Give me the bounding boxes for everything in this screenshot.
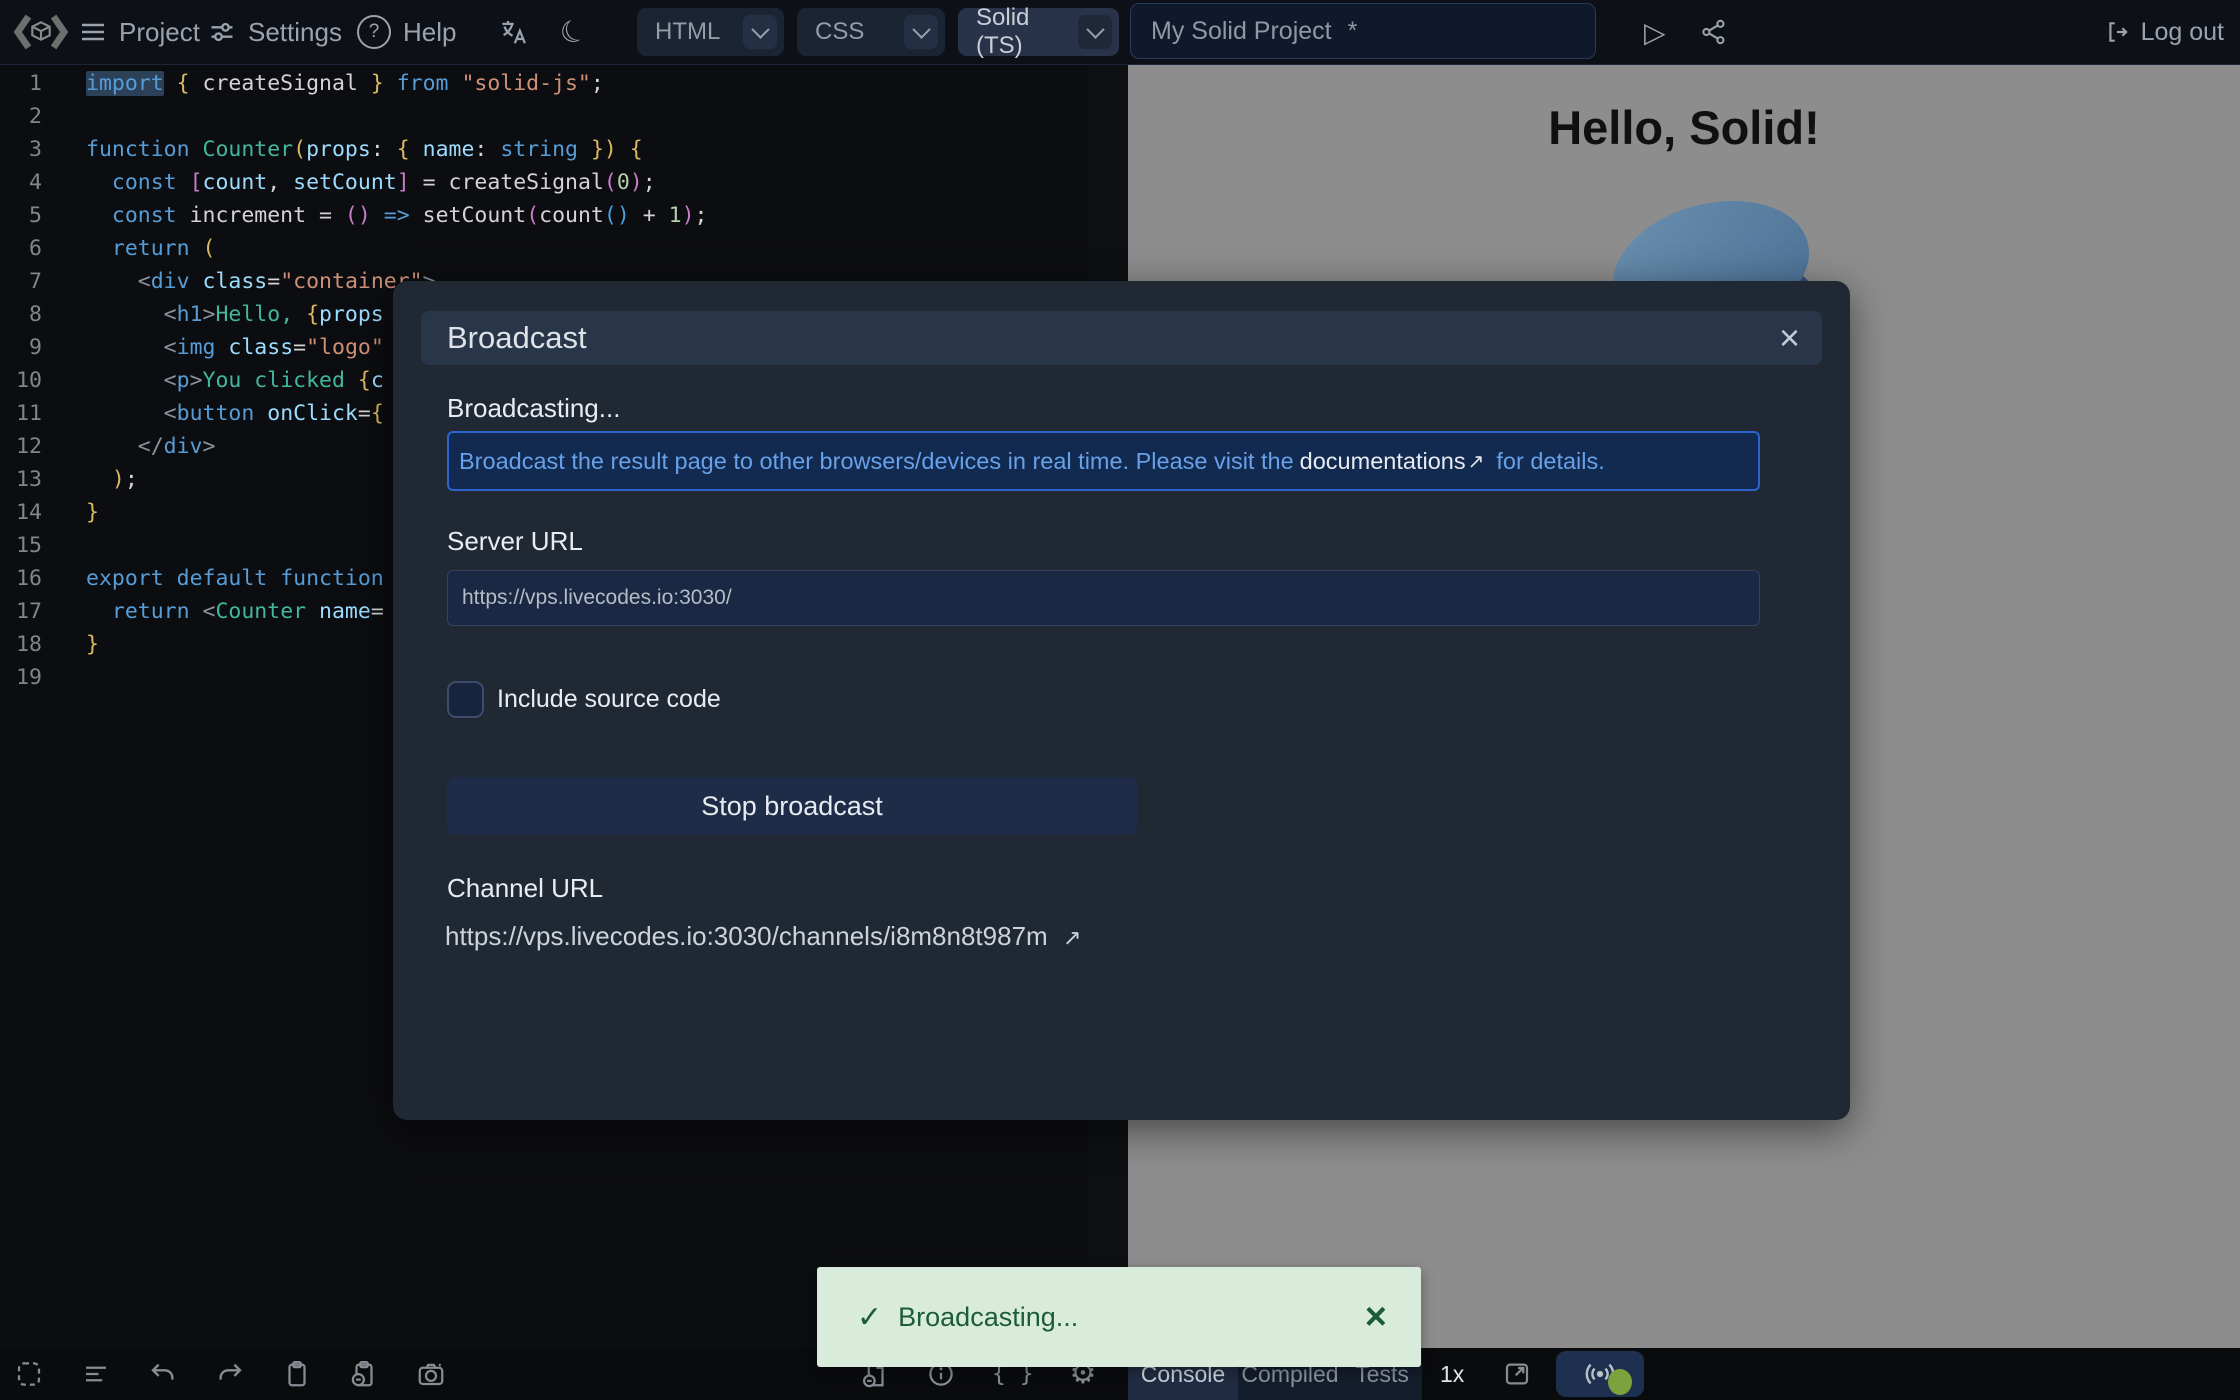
result-heading: Hello, Solid! [1128, 100, 2240, 155]
code-line: 5 const increment = () => setCount(count… [0, 199, 1087, 232]
modal-header: Broadcast × [421, 311, 1822, 365]
logout-icon [2105, 19, 2131, 45]
broadcast-status-dot [1608, 1369, 1632, 1395]
stop-broadcast-button[interactable]: Stop broadcast [447, 777, 1137, 835]
menu-help[interactable]: ? Help [357, 0, 456, 64]
server-url-input[interactable]: https://vps.livecodes.io:3030/ [447, 570, 1760, 626]
logout-button[interactable]: Log out [2105, 0, 2224, 64]
hamburger-icon [79, 20, 107, 44]
include-source-checkbox[interactable] [447, 681, 484, 718]
broadcast-info-box: Broadcast the result page to other brows… [447, 431, 1760, 491]
livecodes-logo-icon[interactable] [12, 0, 70, 64]
clipboard-icon[interactable] [282, 1359, 312, 1389]
menu-project-label: Project [119, 17, 200, 48]
top-toolbar: Project Settings ? Help ☾ [0, 0, 2240, 65]
close-icon[interactable]: × [1779, 320, 1800, 356]
menu-help-label: Help [403, 17, 456, 48]
tab-html[interactable]: HTML [637, 8, 784, 56]
translate-icon[interactable] [498, 0, 528, 64]
format-code-icon[interactable] [81, 1359, 111, 1389]
menu-project[interactable]: Project [79, 0, 200, 64]
menu-settings-label: Settings [248, 17, 342, 48]
broadcast-button[interactable] [1556, 1351, 1644, 1397]
chevron-down-icon[interactable] [904, 15, 938, 49]
sliders-icon [208, 18, 236, 46]
broadcast-toast: ✓ Broadcasting... × [817, 1267, 1421, 1367]
code-line: 4 const [count, setCount] = createSignal… [0, 166, 1087, 199]
share-button[interactable] [1700, 0, 1728, 64]
toast-message: Broadcasting... [898, 1302, 1078, 1333]
help-icon: ? [357, 15, 391, 49]
channel-url-label: Channel URL [447, 873, 603, 904]
unsaved-indicator: * [1348, 17, 1358, 46]
broadcast-modal: Broadcast × Broadcasting... Broadcast th… [393, 281, 1850, 1120]
editor-tools [14, 1348, 446, 1400]
toast-close-icon[interactable]: × [1365, 1298, 1387, 1336]
screenshot-camera-icon[interactable] [416, 1359, 446, 1389]
run-button[interactable]: ▷ [1644, 0, 1666, 64]
livecodes-app: Project Settings ? Help ☾ [0, 0, 2240, 1400]
channel-url-text: https://vps.livecodes.io:3030/channels/i… [445, 921, 1048, 951]
server-url-value: https://vps.livecodes.io:3030/ [462, 586, 732, 610]
code-line: 2 [0, 100, 1087, 133]
tab-html-label: HTML [637, 18, 743, 46]
code-line: 3function Counter(props: { name: string … [0, 133, 1087, 166]
code-line: 1import { createSignal } from "solid-js"… [0, 67, 1087, 100]
tab-css[interactable]: CSS [797, 8, 945, 56]
run-icon: ▷ [1644, 16, 1666, 49]
broadcast-status-heading: Broadcasting... [447, 393, 620, 424]
zoom-level-button[interactable]: 1x [1440, 1348, 1464, 1400]
project-title: My Solid Project [1151, 17, 1332, 46]
chevron-down-icon[interactable] [1078, 15, 1112, 49]
logout-label: Log out [2141, 18, 2224, 47]
tab-css-label: CSS [797, 18, 904, 46]
redo-icon[interactable] [215, 1359, 245, 1389]
info-text-prefix: Broadcast the result page to other brows… [459, 448, 1294, 475]
modal-title: Broadcast [447, 320, 587, 356]
server-url-label: Server URL [447, 526, 583, 557]
undo-icon[interactable] [148, 1359, 178, 1389]
channel-url-link[interactable]: https://vps.livecodes.io:3030/channels/i… [445, 921, 1081, 952]
menu-settings[interactable]: Settings [208, 0, 342, 64]
copy-snippet-icon[interactable] [349, 1359, 379, 1389]
code-line: 6 return ( [0, 232, 1087, 265]
check-icon: ✓ [857, 1300, 882, 1335]
info-text-suffix: for details. [1496, 448, 1604, 475]
include-source-label: Include source code [497, 685, 721, 714]
share-icon [1700, 18, 1728, 46]
external-link-arrow-icon: ↗ [1468, 449, 1485, 474]
project-title-input[interactable]: My Solid Project * [1130, 3, 1596, 59]
external-link-arrow-icon: ↗ [1063, 925, 1081, 950]
tab-solid-ts[interactable]: Solid (TS) [958, 8, 1119, 56]
chevron-down-icon[interactable] [743, 15, 777, 49]
focus-select-icon[interactable] [14, 1359, 44, 1389]
documentations-link[interactable]: documentations [1300, 448, 1466, 475]
open-result-window-icon[interactable] [1502, 1359, 1532, 1389]
dark-mode-moon-icon[interactable]: ☾ [548, 0, 599, 67]
tab-solid-ts-label: Solid (TS) [958, 4, 1078, 60]
